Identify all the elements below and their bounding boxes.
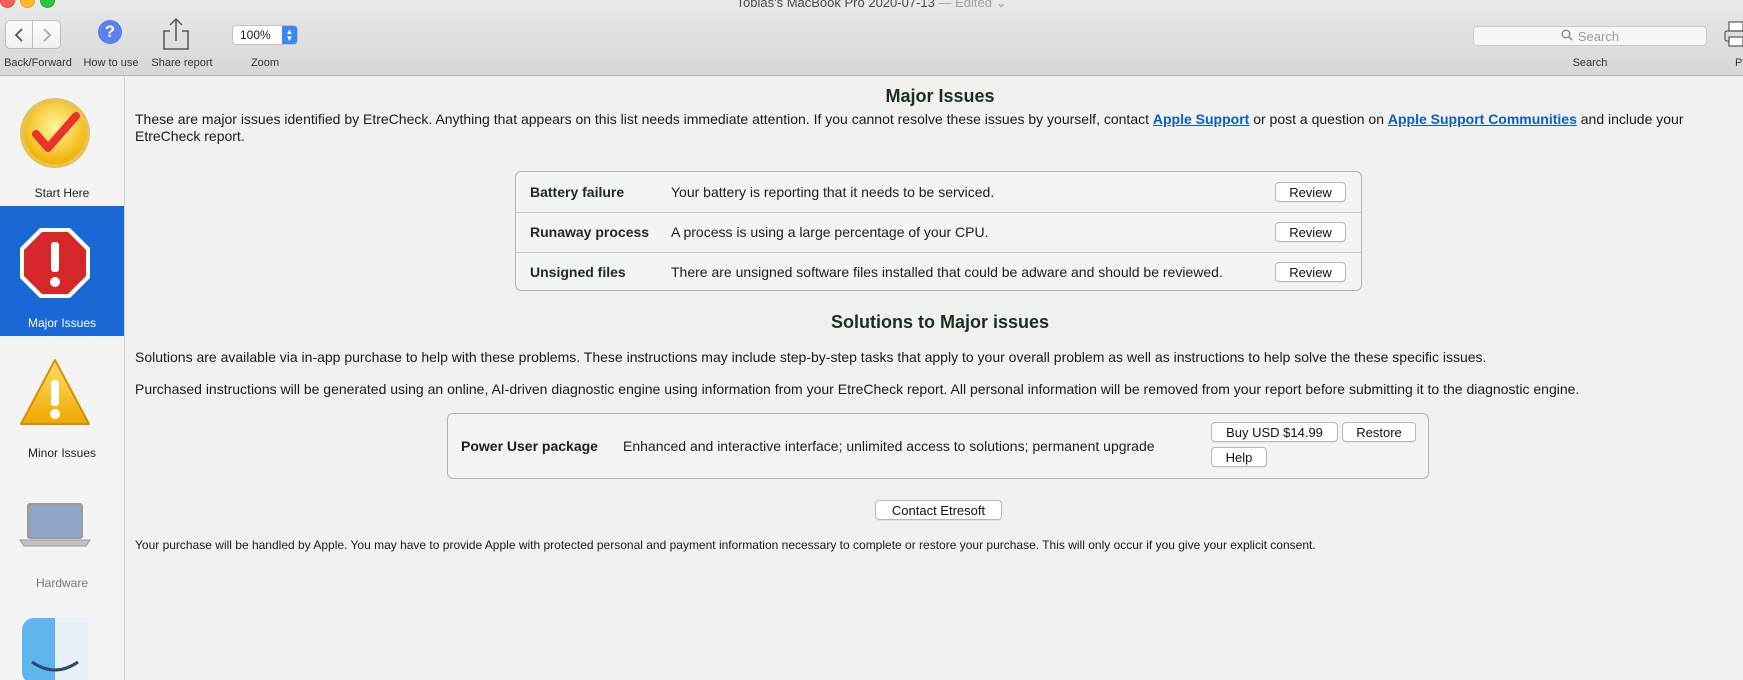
- zoom-label: Zoom: [250, 57, 280, 69]
- print-label-text: Print: [1735, 57, 1743, 69]
- share-report-label: Share report: [151, 57, 213, 69]
- issue-description: There are unsigned software files instal…: [671, 264, 1223, 280]
- sidebar: Start Here Major Issues Minor Issues Har…: [0, 76, 125, 680]
- issue-row-battery: Battery failure Your battery is reportin…: [516, 172, 1361, 213]
- finder-icon: [22, 618, 88, 680]
- intro-paragraph: These are major issues identified by Etr…: [135, 111, 1725, 145]
- chevron-right-icon: [42, 27, 51, 42]
- sidebar-item-label: Start Here: [34, 186, 90, 200]
- review-button[interactable]: Review: [1275, 222, 1346, 242]
- sidebar-item-major-issues[interactable]: Major Issues: [0, 206, 124, 336]
- contact-etresoft-button[interactable]: Contact Etresoft: [875, 500, 1002, 520]
- solutions-paragraph-2: Purchased instructions will be generated…: [135, 381, 1580, 397]
- power-user-package-panel: Power User package Enhanced and interact…: [447, 413, 1429, 479]
- warning-triangle-icon: [20, 359, 90, 425]
- issue-name: Battery failure: [530, 184, 625, 200]
- zoom-value: 100%: [240, 28, 271, 42]
- review-button[interactable]: Review: [1275, 182, 1346, 202]
- sidebar-item-start-here[interactable]: Start Here: [0, 76, 124, 206]
- solutions-paragraph-1: Solutions are available via in-app purch…: [135, 349, 1487, 365]
- stepper-arrows-icon[interactable]: ▲ ▼: [282, 26, 297, 44]
- intro-text: These are major issues identified by Etr…: [135, 111, 1153, 127]
- help-button[interactable]: Help: [1211, 447, 1267, 467]
- forward-button[interactable]: [33, 20, 61, 49]
- sidebar-item-hardware[interactable]: Hardware: [0, 466, 124, 596]
- sidebar-item-label: Minor Issues: [27, 446, 97, 460]
- issue-row-runaway-process: Runaway process A process is using a lar…: [516, 212, 1361, 253]
- solutions-title: Solutions to Major issues: [830, 312, 1050, 332]
- issue-row-unsigned-files: Unsigned files There are unsigned softwa…: [516, 252, 1361, 292]
- issue-name: Runaway process: [530, 224, 650, 240]
- sidebar-item-minor-issues[interactable]: Minor Issues: [0, 336, 124, 466]
- search-input[interactable]: Search: [1473, 26, 1707, 46]
- print-label: Print: [1735, 57, 1743, 69]
- sidebar-item-label: Major Issues: [27, 316, 97, 330]
- printer-icon[interactable]: [1724, 20, 1743, 48]
- issue-description: Your battery is reporting that it needs …: [671, 184, 995, 200]
- sidebar-item-label: Hardware: [35, 576, 89, 590]
- zoom-select[interactable]: 100% ▲ ▼: [232, 25, 298, 45]
- checkmark-badge-icon: [20, 98, 90, 168]
- intro-mid-text: or post a question on: [1249, 111, 1388, 127]
- back-forward-label: Back/Forward: [4, 57, 72, 69]
- back-forward-control: [5, 20, 61, 49]
- search-placeholder: Search: [1577, 28, 1620, 44]
- share-icon[interactable]: [151, 15, 213, 51]
- back-button[interactable]: [5, 20, 33, 49]
- apple-support-communities-link[interactable]: Apple Support Communities: [1388, 111, 1577, 127]
- help-icon[interactable]: ?: [98, 20, 122, 44]
- edited-indicator[interactable]: — Edited ⌄: [938, 0, 1006, 10]
- window-title-text: Tobias's MacBook Pro 2020-07-13: [736, 0, 935, 10]
- issue-name: Unsigned files: [530, 264, 626, 280]
- how-to-use-label: How to use: [83, 57, 139, 69]
- issue-description: A process is using a large percentage of…: [671, 224, 989, 240]
- package-description: Enhanced and interactive interface; unli…: [623, 438, 1155, 454]
- package-name: Power User package: [461, 438, 598, 454]
- page-title: Major Issues: [885, 86, 995, 106]
- window-title: Tobias's MacBook Pro 2020-07-13 — Edited…: [0, 0, 1743, 11]
- stop-sign-icon: [20, 228, 90, 298]
- restore-button[interactable]: Restore: [1342, 422, 1416, 442]
- purchase-disclaimer: Your purchase will be handled by Apple. …: [135, 538, 1316, 552]
- laptop-icon: [19, 503, 91, 547]
- toolbar: Tobias's MacBook Pro 2020-07-13 — Edited…: [0, 0, 1743, 76]
- apple-support-link[interactable]: Apple Support: [1153, 111, 1249, 127]
- search-icon: [1561, 29, 1573, 44]
- chevron-left-icon: [14, 27, 23, 42]
- sidebar-item-finder[interactable]: [0, 596, 124, 680]
- main-content: Major Issues These are major issues iden…: [125, 76, 1743, 680]
- buy-button[interactable]: Buy USD $14.99: [1211, 422, 1338, 442]
- review-button[interactable]: Review: [1275, 262, 1346, 282]
- issues-table: Battery failure Your battery is reportin…: [515, 171, 1362, 291]
- search-label: Search: [1572, 57, 1608, 69]
